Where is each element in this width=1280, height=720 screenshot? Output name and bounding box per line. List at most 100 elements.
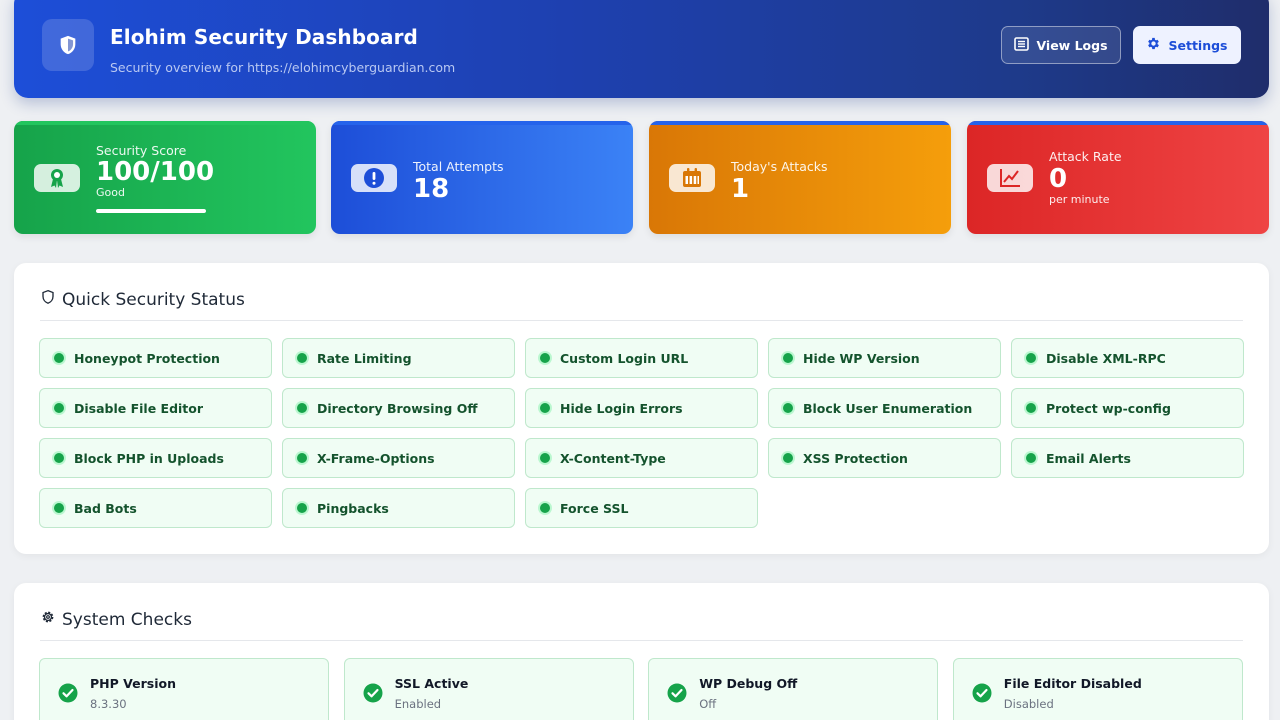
status-item-label: Bad Bots xyxy=(74,500,137,516)
quick-security-status-title: Quick Security Status xyxy=(62,289,245,310)
status-item: Hide WP Version xyxy=(768,338,1001,378)
status-item: X-Content-Type xyxy=(525,438,758,478)
todays-attacks-label: Today's Attacks xyxy=(731,159,828,174)
status-item: Rate Limiting xyxy=(282,338,515,378)
quick-security-status-panel: Quick Security Status Honeypot Protectio… xyxy=(14,263,1269,554)
status-item: Custom Login URL xyxy=(525,338,758,378)
attack-rate-label: Attack Rate xyxy=(1049,149,1122,164)
status-dot-icon xyxy=(297,453,307,463)
status-dot-icon xyxy=(540,503,550,513)
status-item: Bad Bots xyxy=(39,488,272,528)
attack-rate-card: Attack Rate 0 per minute xyxy=(967,121,1269,234)
system-check-item: SSL Active Enabled xyxy=(343,658,634,720)
system-checks-grid: PHP Version 8.3.30 SSL Active Enabled WP Deb… xyxy=(39,658,1243,720)
page-title: Elohim Security Dashboard xyxy=(110,25,418,49)
status-item: X-Frame-Options xyxy=(282,438,515,478)
status-item-label: Block PHP in Uploads xyxy=(74,450,224,466)
system-check-value: 8.3.30 xyxy=(90,697,127,711)
status-item-label: XSS Protection xyxy=(803,450,908,466)
status-item-label: X-Content-Type xyxy=(560,450,666,466)
status-item-label: Hide Login Errors xyxy=(560,400,683,416)
view-logs-button[interactable]: View Logs xyxy=(1001,26,1121,64)
divider xyxy=(40,320,1243,321)
status-item: Block User Enumeration xyxy=(768,388,1001,428)
attack-rate-unit: per minute xyxy=(1049,193,1110,206)
todays-attacks-card: Today's Attacks 1 xyxy=(649,121,951,234)
system-check-name: PHP Version xyxy=(90,676,176,691)
status-dot-icon xyxy=(297,353,307,363)
status-item-label: Hide WP Version xyxy=(803,350,920,366)
status-grid: Honeypot Protection Rate Limiting Custom L… xyxy=(39,338,1244,528)
status-item-label: Rate Limiting xyxy=(317,350,412,366)
status-dot-icon xyxy=(54,403,64,413)
status-item-label: Honeypot Protection xyxy=(74,350,220,366)
security-score-rating: Good xyxy=(96,186,125,199)
security-score-value: 100/100 xyxy=(96,157,215,187)
status-dot-icon xyxy=(54,353,64,363)
status-item-label: Pingbacks xyxy=(317,500,389,516)
total-attempts-card: Total Attempts 18 xyxy=(331,121,633,234)
system-check-name: WP Debug Off xyxy=(699,676,798,691)
view-logs-label: View Logs xyxy=(1036,37,1108,53)
system-check-item: PHP Version 8.3.30 xyxy=(39,658,329,720)
status-item-label: Disable XML-RPC xyxy=(1046,350,1166,366)
status-item: Disable XML-RPC xyxy=(1011,338,1244,378)
status-dot-icon xyxy=(540,453,550,463)
divider xyxy=(40,640,1243,641)
status-item: Pingbacks xyxy=(282,488,515,528)
status-dot-icon xyxy=(783,403,793,413)
check-circle-icon xyxy=(667,683,687,703)
status-item: Honeypot Protection xyxy=(39,338,272,378)
quick-security-status-heading: Quick Security Status xyxy=(40,289,245,310)
status-dot-icon xyxy=(1026,453,1036,463)
status-item: Disable File Editor xyxy=(39,388,272,428)
status-dot-icon xyxy=(1026,353,1036,363)
status-item: Force SSL xyxy=(525,488,758,528)
security-score-card: Security Score 100/100 Good xyxy=(14,121,316,234)
status-dot-icon xyxy=(1026,403,1036,413)
todays-attacks-value: 1 xyxy=(731,174,750,204)
status-item-label: Custom Login URL xyxy=(560,350,689,366)
status-item-label: Email Alerts xyxy=(1046,450,1131,466)
status-item: XSS Protection xyxy=(768,438,1001,478)
check-circle-icon xyxy=(363,683,383,703)
system-check-item: WP Debug Off Off xyxy=(648,658,939,720)
security-score-label: Security Score xyxy=(96,143,187,158)
status-item-label: Directory Browsing Off xyxy=(317,400,478,416)
system-check-name: File Editor Disabled xyxy=(1003,676,1142,691)
status-item-label: Force SSL xyxy=(560,500,629,516)
total-attempts-label: Total Attempts xyxy=(413,159,504,174)
status-dot-icon xyxy=(783,353,793,363)
gear-icon xyxy=(1146,36,1161,54)
system-check-value: Off xyxy=(699,697,717,711)
status-item: Protect wp-config xyxy=(1011,388,1244,428)
page-subtitle: Security overview for https://elohimcybe… xyxy=(110,60,456,75)
status-dot-icon xyxy=(540,403,550,413)
status-item: Email Alerts xyxy=(1011,438,1244,478)
system-check-name: SSL Active xyxy=(394,676,469,691)
dashboard-header: Elohim Security Dashboard Security overv… xyxy=(14,0,1269,98)
status-dot-icon xyxy=(54,453,64,463)
status-item-label: Disable File Editor xyxy=(74,400,204,416)
status-item-label: X-Frame-Options xyxy=(317,450,435,466)
total-attempts-value: 18 xyxy=(413,174,450,204)
status-dot-icon xyxy=(54,503,64,513)
status-dot-icon xyxy=(297,503,307,513)
security-score-progress xyxy=(96,209,206,213)
system-check-value: Enabled xyxy=(394,697,442,711)
chart-line-icon xyxy=(987,164,1033,192)
settings-button[interactable]: Settings xyxy=(1133,26,1241,64)
check-circle-icon xyxy=(58,683,78,703)
calendar-icon xyxy=(669,164,715,192)
status-dot-icon xyxy=(540,353,550,363)
system-check-item: File Editor Disabled Disabled xyxy=(952,658,1243,720)
shield-outline-icon xyxy=(40,289,56,310)
status-item: Directory Browsing Off xyxy=(282,388,515,428)
status-dot-icon xyxy=(783,453,793,463)
list-icon xyxy=(1014,36,1030,54)
system-checks-panel: System Checks PHP Version 8.3.30 SSL Activ… xyxy=(14,583,1269,720)
status-item-label: Protect wp-config xyxy=(1046,400,1171,416)
award-icon xyxy=(34,164,80,192)
status-item: Hide Login Errors xyxy=(525,388,758,428)
check-circle-icon xyxy=(972,683,992,703)
